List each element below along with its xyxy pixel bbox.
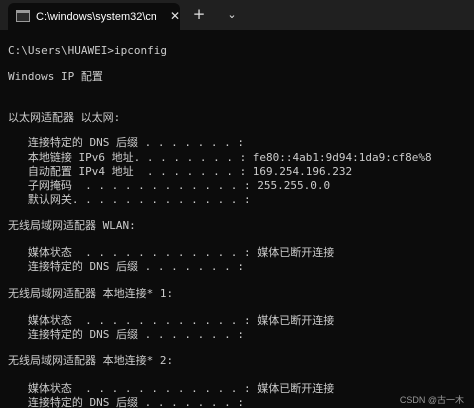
output-line: 连接特定的 DNS 后缀 . . . . . . . :	[8, 260, 244, 273]
output-line: 媒体状态 . . . . . . . . . . . . : 媒体已断开连接	[8, 246, 335, 259]
tab-cmd[interactable]: C:\windows\system32\cmd.ex ✕	[8, 3, 180, 30]
output-line: 本地链接 IPv6 地址. . . . . . . . : fe80::4ab1…	[8, 151, 432, 164]
output-line: Windows IP 配置	[8, 70, 103, 83]
output-line: 媒体状态 . . . . . . . . . . . . : 媒体已断开连接	[8, 314, 335, 327]
new-tab-button[interactable]: +	[190, 4, 208, 24]
watermark: CSDN @古一木	[399, 395, 464, 405]
tab-title: C:\windows\system32\cmd.ex	[36, 11, 156, 23]
prompt-line: C:\Users\HUAWEI>ipconfig	[8, 44, 167, 57]
output-line: 子网掩码 . . . . . . . . . . . . : 255.255.0…	[8, 179, 331, 192]
terminal-icon	[16, 10, 30, 22]
output-line: 连接特定的 DNS 后缀 . . . . . . . :	[8, 136, 244, 149]
output-line: 媒体状态 . . . . . . . . . . . . : 媒体已断开连接	[8, 382, 335, 395]
output-line: 连接特定的 DNS 后缀 . . . . . . . :	[8, 328, 244, 341]
tab-bar: C:\windows\system32\cmd.ex ✕ + ⌄	[0, 0, 474, 30]
chevron-down-icon[interactable]: ⌄	[224, 5, 240, 25]
adapter-heading: 以太网适配器 以太网:	[8, 111, 121, 124]
adapter-heading: 无线局域网适配器 本地连接* 1:	[8, 287, 174, 300]
terminal-output[interactable]: C:\Users\HUAWEI>ipconfig Windows IP 配置 以…	[8, 36, 474, 408]
close-icon[interactable]: ✕	[168, 8, 182, 24]
terminal-window: C:\windows\system32\cmd.ex ✕ + ⌄ C:\User…	[0, 0, 474, 408]
output-line: 自动配置 IPv4 地址 . . . . . . . : 169.254.196…	[8, 165, 353, 178]
output-line: 默认网关. . . . . . . . . . . . . :	[8, 193, 251, 206]
adapter-heading: 无线局域网适配器 本地连接* 2:	[8, 354, 174, 367]
adapter-heading: 无线局域网适配器 WLAN:	[8, 219, 136, 232]
output-line: 连接特定的 DNS 后缀 . . . . . . . :	[8, 396, 244, 408]
